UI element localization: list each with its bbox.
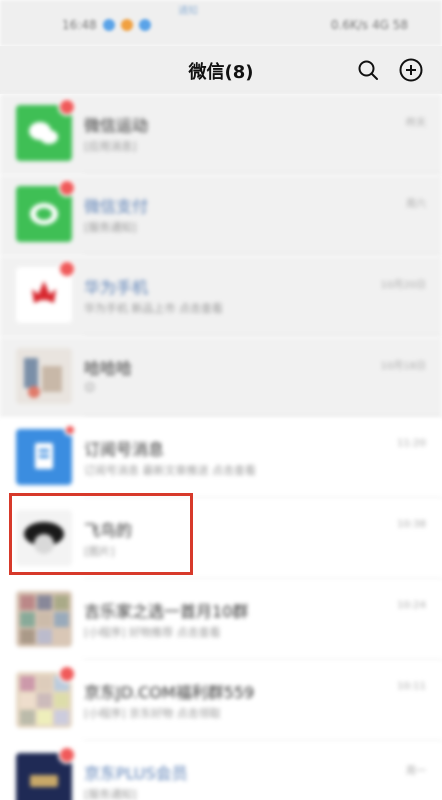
chat-time: 周六 (406, 199, 426, 210)
notification-icon (120, 19, 133, 31)
chat-name: 微信运动 (84, 116, 149, 135)
chat-preview: [小程序] 京东好物 点击领取 (84, 707, 221, 720)
chat-time: 10:11 (397, 681, 426, 692)
search-button[interactable] (352, 54, 384, 86)
chat-preview: 华为手机 新品上市 点击查看 (84, 302, 223, 315)
chat-name: 吉乐家之选一首月10群 (84, 602, 249, 621)
chat-row[interactable]: 京东JD.COM福利群559 [小程序] 京东好物 点击领取 10:11 (0, 661, 442, 742)
unread-badge (58, 746, 76, 764)
add-button[interactable] (395, 54, 427, 86)
status-right-text: 0.6K/s 4G 58 (330, 18, 408, 32)
notification-icon (138, 19, 151, 31)
chat-time: 10:24 (397, 600, 426, 611)
chat-row[interactable]: 吉乐家之选一首月10群 [小程序] 好物推荐 点击查看 10:24 (0, 580, 442, 661)
chat-list: 微信运动 [应用消息] 昨天 微信支付 [服务通知] 周六 华为手机 华为手机 … (0, 94, 442, 800)
chat-row[interactable]: 微信运动 [应用消息] 昨天 (0, 94, 442, 175)
chat-name: 哈哈哈 (84, 359, 133, 378)
add-circle-icon (399, 58, 423, 82)
chat-name: 京东JD.COM福利群559 (84, 683, 255, 702)
chat-row[interactable]: 华为手机 华为手机 新品上市 点击查看 10月20日 (0, 256, 442, 337)
chat-row[interactable]: 订阅号消息 订阅号消息 最新文章推送 点击查看 11:20 (0, 418, 442, 499)
chat-row[interactable]: 哈哈哈 😊 10月18日 (0, 337, 442, 418)
status-center-text: 通知 (178, 6, 198, 17)
group-avatar (16, 591, 72, 647)
unread-badge (58, 179, 76, 197)
app-header: 微信(8) (0, 46, 442, 94)
chat-time: 10月20日 (380, 280, 426, 291)
highlight-box (9, 493, 193, 575)
chat-preview: [服务通知] (84, 788, 137, 800)
chat-name: 京东PLUS会员 (84, 764, 188, 783)
chat-name: 订阅号消息 (84, 440, 165, 459)
subscription-icon (16, 429, 72, 485)
chat-name: 华为手机 (84, 278, 149, 297)
unread-badge (64, 424, 76, 436)
chat-time: 周一 (406, 766, 426, 777)
chat-preview: 😊 (84, 381, 96, 394)
chat-preview: 订阅号消息 最新文章推送 点击查看 (84, 464, 256, 477)
chat-time: 11:20 (397, 438, 426, 449)
chat-row[interactable]: 微信支付 [服务通知] 周六 (0, 175, 442, 256)
photo-avatar (16, 348, 72, 404)
chat-time: 10:38 (397, 519, 426, 530)
chat-time: 10月18日 (380, 361, 426, 372)
unread-badge (58, 665, 76, 683)
notification-icon (102, 19, 115, 31)
unread-badge (58, 260, 76, 278)
chat-row[interactable]: 京东PLUS会员 [服务通知] 周一 (0, 742, 442, 800)
chat-preview: [小程序] 好物推荐 点击查看 (84, 626, 221, 639)
chat-preview: [服务通知] (84, 221, 137, 234)
chat-preview: [应用消息] (84, 140, 137, 153)
chat-time: 昨天 (406, 118, 426, 129)
status-bar: 16:48 通知 0.6K/s 4G 58 (0, 0, 442, 46)
status-left: 16:48 (62, 18, 151, 32)
status-time: 16:48 (62, 18, 97, 32)
chat-name: 微信支付 (84, 197, 149, 216)
unread-badge (58, 98, 76, 116)
search-icon (358, 60, 378, 80)
